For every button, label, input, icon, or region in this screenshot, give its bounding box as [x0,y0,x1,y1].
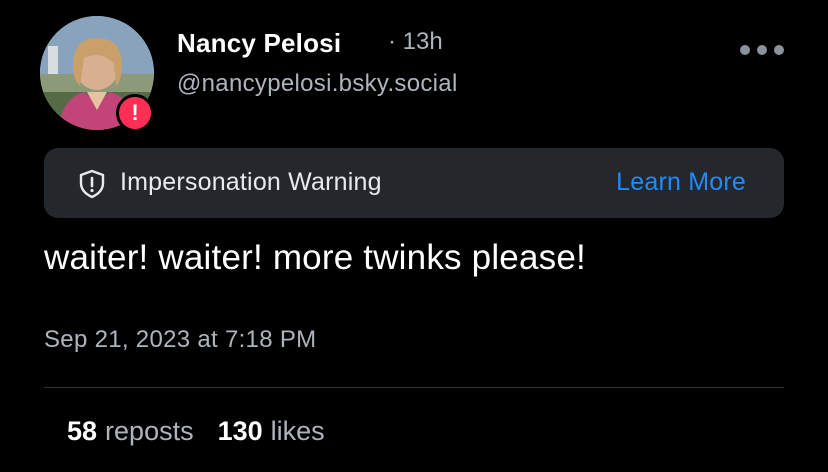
time-ago-text: 13h [402,28,443,55]
time-separator: · [388,28,396,55]
author-handle[interactable]: @nancypelosi.bsky.social [177,70,458,98]
reposts-stat[interactable]: 58 reposts [67,416,194,447]
author-display-name[interactable]: Nancy Pelosi [177,28,341,59]
more-dot-icon [740,45,750,55]
post-stats: 58 reposts 130 likes [67,416,325,447]
post-text: waiter! waiter! more twinks please! [44,238,586,277]
divider [44,387,784,388]
learn-more-link[interactable]: Learn More [616,168,746,197]
more-dot-icon [757,45,767,55]
alert-badge-icon: ! [116,94,154,132]
likes-count: 130 [217,416,263,446]
reposts-count: 58 [67,416,98,446]
reposts-label: reposts [105,416,194,446]
post-timestamp: Sep 21, 2023 at 7:18 PM [44,326,317,353]
likes-stat[interactable]: 130 likes [218,416,325,447]
more-dot-icon [774,45,784,55]
impersonation-warning-banner: Impersonation Warning Learn More [44,148,784,218]
more-options-button[interactable] [740,40,784,60]
post-time-ago: · 13h [388,28,443,56]
warning-label: Impersonation Warning [120,168,382,196]
shield-exclamation-icon [79,169,105,199]
likes-label: likes [270,416,325,446]
